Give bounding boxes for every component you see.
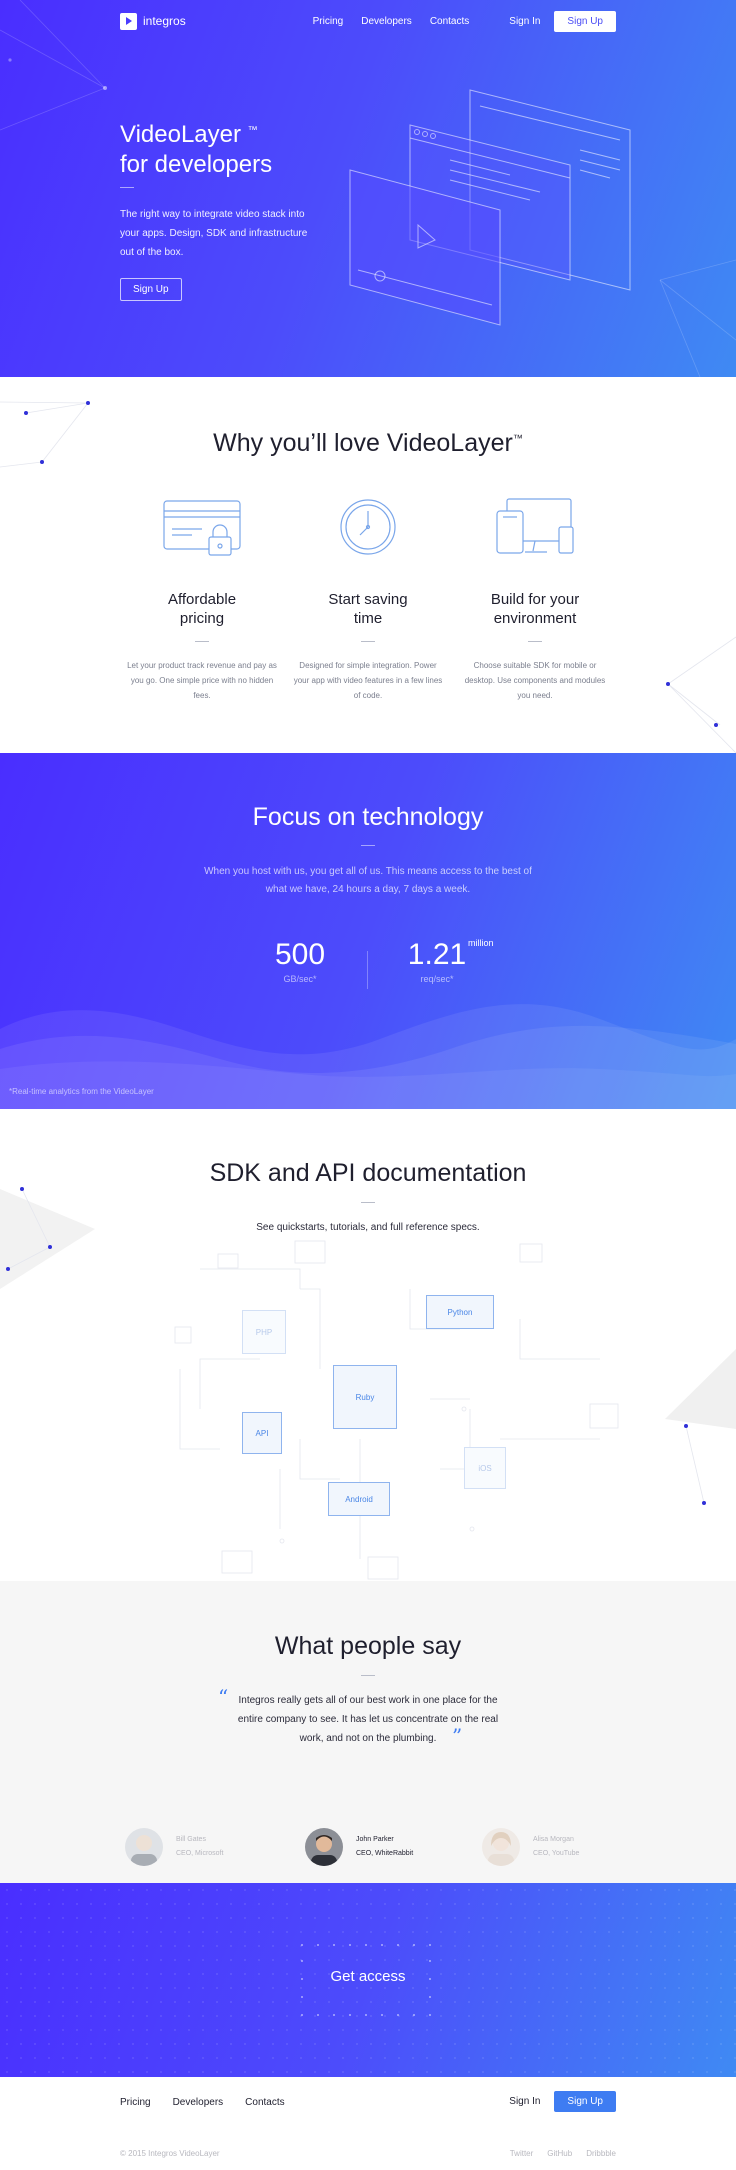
copyright: © 2015 Integros VideoLayer [120, 2149, 220, 2158]
sdk-section: SDK and API documentation See quickstart… [0, 1109, 736, 1581]
nav-link-contacts[interactable]: Contacts [430, 16, 469, 27]
trademark: ™ [512, 433, 523, 445]
tech-divider [361, 845, 375, 846]
credit-card-icon [163, 500, 241, 556]
person-alisa-morgan[interactable]: Alisa Morgan CEO, YouTube [482, 1828, 579, 1866]
features-section: Why you’ll love VideoLayer™ Affordable pr… [0, 377, 736, 753]
avatar [482, 1828, 520, 1866]
sdk-divider [361, 1202, 375, 1203]
person-role: CEO, YouTube [533, 1850, 580, 1857]
nav-auth: Sign In Sign Up [509, 10, 616, 32]
feature-divider [195, 641, 209, 642]
footer-auth: Sign In Sign Up [509, 2091, 616, 2112]
footer-links: Pricing Developers Contacts [120, 2097, 285, 2108]
footer-link-developers[interactable]: Developers [173, 2097, 224, 2108]
feature-divider [361, 641, 375, 642]
hero-title-line2: for developers [120, 151, 273, 178]
feature-pricing: Affordable pricing Let your product track… [127, 497, 277, 703]
clock-icon [340, 499, 396, 555]
feature-title: Build for your environment [490, 591, 580, 627]
hero-divider [120, 187, 134, 188]
top-nav: integros Pricing Developers Contacts Sig… [120, 10, 616, 32]
person-role: CEO, Microsoft [176, 1850, 224, 1857]
nav-link-pricing[interactable]: Pricing [313, 16, 344, 27]
logo[interactable]: integros [120, 12, 186, 30]
footer: Pricing Developers Contacts Sign In Sign… [0, 2077, 736, 2170]
avatar [125, 1828, 163, 1866]
logo-icon [120, 12, 137, 30]
chip-php[interactable]: PHP [242, 1310, 286, 1354]
feature-title: Start saving time [328, 591, 408, 627]
hero-section: integros Pricing Developers Contacts Sig… [0, 0, 736, 377]
testimonials-title: What people say [274, 1632, 462, 1660]
get-access-section: Get access [0, 1883, 736, 2077]
chip-python[interactable]: Python [426, 1295, 494, 1329]
feature-environment: Build for your environment Choose suitabl… [460, 497, 610, 703]
sdk-title: SDK and API documentation [209, 1159, 527, 1187]
close-quote-icon: ” [452, 1724, 463, 1748]
feature-divider [528, 641, 542, 642]
chip-api[interactable]: API [242, 1412, 282, 1454]
analytics-footnote: *Real-time analytics from the VideoLayer [9, 1087, 154, 1096]
social-links: Twitter GitHub Dribbble [510, 2149, 616, 2158]
brand-name: integros [143, 14, 186, 28]
person-name: John Parker [356, 1836, 394, 1843]
chip-ios[interactable]: iOS [464, 1447, 506, 1489]
hero-description: The right way to integrate video stack i… [120, 209, 308, 258]
technology-section: Focus on technology When you host with u… [0, 753, 736, 1109]
sdk-description: See quickstarts, tutorials, and full ref… [256, 1222, 480, 1233]
features-title-text: Why you’ll love VideoLayer [213, 429, 513, 457]
stat-value: 500 [274, 938, 326, 971]
person-bill-gates[interactable]: Bill Gates CEO, Microsoft [125, 1828, 223, 1866]
social-link-twitter[interactable]: Twitter [510, 2149, 534, 2158]
stat-value: 1.21 [407, 938, 467, 971]
stat-multiplier: million [468, 938, 494, 948]
footer-link-pricing[interactable]: Pricing [120, 2097, 151, 2108]
testimonials-section: What people say “ Integros really gets a… [0, 1581, 736, 1883]
footer-signin-link[interactable]: Sign In [509, 2096, 540, 2107]
person-name: Bill Gates [176, 1836, 206, 1843]
open-quote-icon: “ [218, 1685, 229, 1709]
signup-button[interactable]: Sign Up [554, 10, 616, 32]
footer-link-contacts[interactable]: Contacts [245, 2097, 284, 2108]
testimonial-quote: Integros really gets all of our best wor… [237, 1695, 499, 1744]
person-name: Alisa Morgan [533, 1836, 574, 1843]
feature-text: Choose suitable SDK for mobile or deskto… [464, 661, 606, 700]
nav-link-developers[interactable]: Developers [361, 16, 412, 27]
devices-icon [496, 498, 574, 554]
avatar [305, 1828, 343, 1866]
hero-title: VideoLayer ™ for developers [120, 116, 340, 180]
get-access-link[interactable]: Get access [0, 1968, 736, 1985]
trademark: ™ [247, 125, 258, 136]
signin-link[interactable]: Sign In [509, 16, 540, 27]
social-link-dribbble[interactable]: Dribbble [586, 2149, 616, 2158]
feature-time: Start saving time Designed for simple int… [293, 497, 443, 703]
tech-description: When you host with us, you get all of us… [204, 866, 532, 895]
nav-links: Pricing Developers Contacts [313, 16, 470, 27]
feature-title: Affordable pricing [167, 591, 237, 627]
chip-android[interactable]: Android [328, 1482, 390, 1516]
feature-text: Let your product track revenue and pay a… [127, 661, 277, 700]
social-link-github[interactable]: GitHub [547, 2149, 572, 2158]
footer-signup-button[interactable]: Sign Up [554, 2091, 616, 2112]
hero-signup-button[interactable]: Sign Up [120, 278, 182, 301]
features-title: Why you’ll love VideoLayer™ [0, 429, 736, 458]
video-player-illustration [349, 89, 631, 326]
testimonials-divider [361, 1675, 375, 1676]
person-role: CEO, WhiteRabbit [356, 1850, 414, 1857]
tech-title: Focus on technology [252, 803, 484, 831]
person-john-parker[interactable]: John Parker CEO, WhiteRabbit [305, 1828, 413, 1866]
feature-text: Designed for simple integration. Power y… [293, 661, 443, 700]
chip-ruby[interactable]: Ruby [333, 1365, 397, 1429]
hero-title-line1: VideoLayer [120, 121, 241, 148]
